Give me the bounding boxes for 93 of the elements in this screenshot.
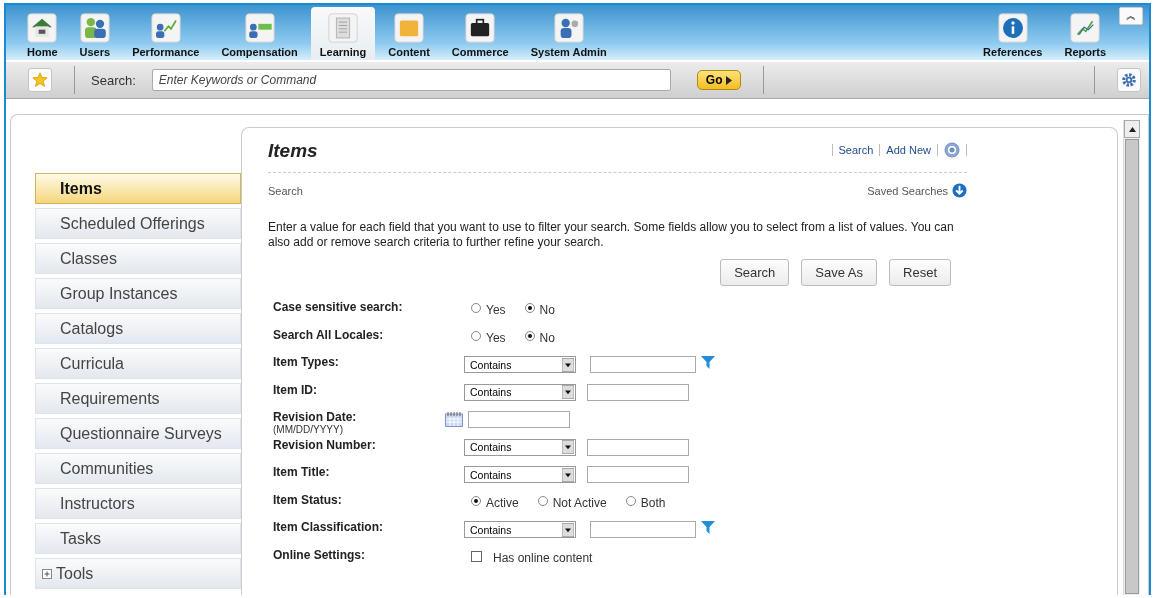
value-field[interactable] bbox=[587, 466, 689, 483]
nav-tab[interactable]: Compensation bbox=[212, 7, 307, 60]
go-button[interactable]: Go bbox=[696, 70, 742, 90]
sidebar-item[interactable]: Communities bbox=[35, 453, 241, 484]
radio-label: No bbox=[539, 303, 555, 317]
sidebar-item[interactable]: Group Instances bbox=[35, 278, 241, 309]
dropdown-arrow-icon bbox=[562, 357, 574, 372]
up-arrow-icon bbox=[1128, 126, 1136, 132]
value-field[interactable] bbox=[587, 438, 689, 456]
nav-tab[interactable]: Performance bbox=[123, 7, 209, 60]
search-label: Search: bbox=[91, 72, 136, 88]
nav-tab[interactable]: Content bbox=[379, 7, 439, 60]
radio-label: Yes bbox=[486, 330, 506, 345]
nav-tab[interactable]: Users bbox=[70, 7, 120, 60]
field-label: Search All Locales: bbox=[273, 327, 385, 342]
radio-label: Not Active bbox=[552, 495, 607, 510]
radio-label: Both bbox=[640, 495, 666, 510]
sidebar-item[interactable]: Tools bbox=[35, 558, 241, 589]
action-button[interactable]: Search bbox=[720, 259, 790, 286]
section-label: Search bbox=[268, 184, 304, 197]
operator-dropdown[interactable]: Contains bbox=[464, 356, 576, 373]
star-icon bbox=[32, 72, 48, 88]
field-label: Item Types: bbox=[273, 355, 340, 369]
radio-label: Yes bbox=[486, 303, 506, 317]
header-link[interactable]: Search bbox=[838, 144, 874, 156]
calendar-icon[interactable] bbox=[445, 411, 463, 427]
saved-searches-link[interactable]: Saved Searches bbox=[867, 184, 948, 197]
field-label: Case sensitive search: bbox=[273, 300, 404, 314]
help-icon[interactable] bbox=[944, 142, 960, 158]
date-field[interactable] bbox=[468, 411, 570, 428]
nav-tab[interactable]: Commerce bbox=[442, 7, 518, 60]
expand-icon bbox=[42, 568, 52, 579]
settings-button[interactable] bbox=[1117, 68, 1141, 92]
field-label: Revision Date: bbox=[273, 410, 358, 424]
field-label: Online Settings: bbox=[273, 547, 366, 562]
sidebar-item[interactable]: Questionnaire Surveys bbox=[35, 418, 241, 449]
filter-icon[interactable] bbox=[701, 521, 715, 535]
briefcase-icon bbox=[465, 13, 496, 43]
field-label: Item Status: bbox=[273, 492, 343, 507]
nav-tab[interactable]: Home bbox=[18, 7, 67, 60]
sidebar-item[interactable]: Tasks bbox=[35, 523, 241, 554]
value-field[interactable] bbox=[590, 521, 696, 538]
field-label: Item Title: bbox=[273, 465, 331, 479]
search-field[interactable]: Enter Keywords or Command bbox=[151, 69, 671, 91]
action-button[interactable]: Save As bbox=[801, 259, 878, 286]
sidebar-item[interactable]: Instructors bbox=[35, 488, 241, 519]
instructions-text: Enter a value for each field that you want to use to filter your search. Some fields allow you to select from a list of values. You can also add or remove search criteria to further refine your search. bbox=[268, 220, 955, 250]
nav-tab[interactable]: Reports bbox=[1055, 7, 1115, 60]
operator-dropdown[interactable]: Contains bbox=[464, 466, 576, 483]
radio-label: Active bbox=[486, 495, 519, 510]
checkbox[interactable] bbox=[471, 550, 482, 562]
sidebar-item[interactable]: Catalogs bbox=[35, 313, 241, 344]
people-icon bbox=[79, 13, 110, 43]
sidebar-item[interactable]: Scheduled Offerings bbox=[35, 208, 241, 239]
header-link[interactable]: Add New bbox=[886, 144, 931, 156]
favorites-button[interactable] bbox=[28, 68, 52, 92]
nav-tab[interactable]: References bbox=[974, 7, 1052, 60]
field-label: Item ID: bbox=[273, 382, 318, 397]
operator-dropdown[interactable]: Contains bbox=[464, 521, 576, 538]
dropdown-arrow-icon bbox=[562, 385, 574, 399]
chart-person-icon bbox=[150, 13, 181, 43]
sidebar-item[interactable]: Curricula bbox=[35, 348, 241, 379]
sidebar-item[interactable]: Items bbox=[35, 173, 241, 204]
date-format-hint: (MM/DD/YYYY) bbox=[273, 424, 344, 435]
value-field[interactable] bbox=[587, 383, 689, 401]
action-button[interactable]: Reset bbox=[889, 259, 951, 286]
play-icon bbox=[726, 75, 733, 85]
sidebar-item[interactable]: Classes bbox=[35, 243, 241, 274]
nav-tab[interactable]: Learning bbox=[310, 7, 376, 60]
radio-label: No bbox=[539, 330, 555, 345]
checkbox-label: Has online content bbox=[493, 550, 593, 565]
dropdown-arrow-icon bbox=[562, 440, 574, 454]
info-icon bbox=[997, 13, 1028, 43]
operator-dropdown[interactable]: Contains bbox=[464, 438, 576, 456]
person-gear-icon bbox=[553, 13, 584, 43]
nav-tab[interactable]: System Admin bbox=[521, 7, 616, 60]
collapse-button[interactable]: ︽ bbox=[1119, 7, 1143, 25]
field-label: Revision Number: bbox=[273, 437, 377, 452]
document-icon bbox=[328, 13, 359, 43]
page-title: Items bbox=[268, 140, 318, 162]
filter-icon[interactable] bbox=[701, 356, 715, 370]
down-arrow-icon[interactable] bbox=[952, 183, 967, 198]
line-chart-icon bbox=[1070, 13, 1101, 43]
dropdown-arrow-icon bbox=[562, 467, 574, 482]
folder-icon bbox=[394, 13, 425, 43]
dropdown-arrow-icon bbox=[562, 522, 574, 537]
operator-dropdown[interactable]: Contains bbox=[464, 383, 576, 401]
scroll-up-button[interactable] bbox=[1124, 120, 1140, 138]
house-icon bbox=[27, 13, 58, 43]
sidebar-item[interactable]: Requirements bbox=[35, 383, 241, 414]
value-field[interactable] bbox=[590, 356, 696, 373]
field-label: Item Classification: bbox=[273, 520, 385, 534]
settings-icon bbox=[1121, 72, 1137, 88]
